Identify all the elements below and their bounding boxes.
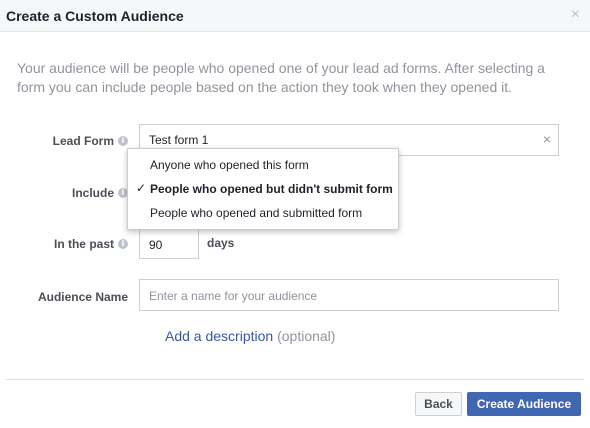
lead-form-value: Test form 1 [149,133,209,147]
back-button[interactable]: Back [415,392,462,416]
dialog-header: Create a Custom Audience × [0,0,590,32]
close-icon[interactable]: × [571,6,580,24]
optional-text: (optional) [277,328,336,344]
include-option-submitted[interactable]: People who opened and submitted form [128,201,398,225]
days-unit: days [207,236,235,250]
footer-divider [6,379,584,380]
lead-form-label: Lead Form i [53,134,128,148]
in-the-past-label: In the past i [54,237,128,251]
description-row: Add a description (optional) [165,328,335,344]
include-option-anyone[interactable]: Anyone who opened this form [128,153,398,177]
in-the-past-label-text: In the past [53,237,114,251]
include-label-text: Include [71,186,114,200]
days-value: 90 [149,238,163,252]
audience-name-label: Audience Name [38,290,128,304]
audience-name-placeholder: Enter a name for your audience [149,289,318,303]
info-icon: i [118,239,128,249]
clear-icon[interactable]: × [543,131,551,147]
dialog-title: Create a Custom Audience [6,8,184,24]
include-option-label: People who opened but didn't submit form [150,182,393,196]
include-label: Include i [72,186,128,200]
info-icon: i [118,136,128,146]
create-audience-button[interactable]: Create Audience [467,392,581,416]
lead-form-label-text: Lead Form [52,134,114,148]
include-dropdown-menu: Anyone who opened this form ✓ People who… [127,148,399,230]
audience-name-label-text: Audience Name [37,290,128,304]
include-option-not-submitted[interactable]: ✓ People who opened but didn't submit fo… [128,177,398,201]
add-description-link[interactable]: Add a description [165,328,273,344]
checkmark-icon: ✓ [136,181,147,195]
intro-text: Your audience will be people who opened … [17,60,545,95]
include-option-label: Anyone who opened this form [150,158,309,172]
audience-name-input[interactable]: Enter a name for your audience [139,279,559,311]
include-option-label: People who opened and submitted form [150,206,363,220]
days-input[interactable]: 90 [139,229,199,259]
